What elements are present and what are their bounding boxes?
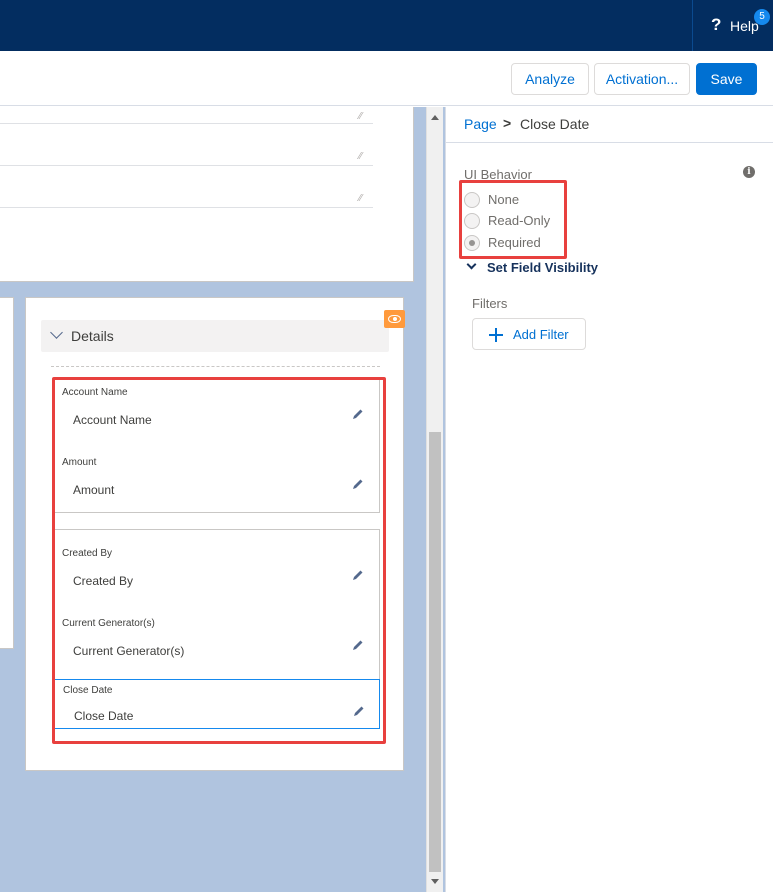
field-value: Created By bbox=[73, 574, 134, 588]
field-label: Current Generator(s) bbox=[62, 618, 155, 629]
column-drop-zone bbox=[51, 366, 380, 367]
add-filter-label: Add Filter bbox=[513, 327, 569, 342]
scroll-down-arrow-icon[interactable] bbox=[431, 879, 439, 884]
activation-button[interactable]: Activation... bbox=[594, 63, 690, 95]
field-label: Created By bbox=[62, 548, 113, 559]
global-header: ? Help 5 bbox=[0, 0, 773, 51]
ui-behavior-label: UI Behavior bbox=[464, 167, 532, 182]
resize-handle-icon[interactable]: ⁄⁄ bbox=[359, 151, 362, 162]
resize-handle-icon[interactable]: ⁄⁄ bbox=[359, 111, 362, 122]
field-close-date[interactable]: Close Date Close Date bbox=[54, 679, 380, 729]
pencil-icon[interactable] bbox=[352, 408, 364, 420]
eye-pupil bbox=[393, 317, 397, 321]
details-section-card[interactable]: Details Account Name Account Name Amount… bbox=[25, 297, 405, 771]
resize-handle-icon[interactable]: ⁄⁄ bbox=[359, 193, 362, 204]
save-button[interactable]: Save bbox=[696, 63, 757, 95]
top-component-card[interactable]: ⁄⁄ ⁄⁄ ⁄⁄ bbox=[0, 107, 414, 282]
properties-panel: Page > Close Date UI Behavior i None Rea… bbox=[445, 107, 773, 892]
help-notification-badge: 5 bbox=[754, 9, 770, 25]
chevron-down-icon bbox=[466, 259, 477, 270]
details-section-title: Details bbox=[71, 328, 114, 344]
field-value: Account Name bbox=[73, 413, 152, 427]
field-account-name[interactable]: Account Name Account Name bbox=[54, 378, 380, 436]
details-section-header[interactable]: Details bbox=[41, 320, 389, 352]
field-current-generators[interactable]: Current Generator(s) Current Generator(s… bbox=[54, 609, 380, 667]
breadcrumb-current: Close Date bbox=[520, 116, 590, 132]
field-value: Amount bbox=[73, 483, 115, 497]
builder-toolbar: Analyze Activation... Save bbox=[0, 51, 773, 106]
analyze-button[interactable]: Analyze bbox=[511, 63, 589, 95]
field-row-divider bbox=[0, 165, 373, 166]
chevron-down-icon bbox=[50, 326, 63, 339]
visibility-eye-icon[interactable] bbox=[384, 310, 405, 328]
set-field-visibility-label: Set Field Visibility bbox=[487, 260, 599, 275]
radio-label: None bbox=[488, 192, 520, 207]
canvas-scrollbar[interactable] bbox=[426, 107, 443, 892]
field-label: Amount bbox=[62, 457, 97, 468]
pencil-icon[interactable] bbox=[352, 478, 364, 490]
field-value: Current Generator(s) bbox=[73, 644, 185, 658]
field-row-divider bbox=[0, 123, 373, 124]
left-column-card[interactable] bbox=[0, 297, 14, 649]
layout-canvas: ⁄⁄ ⁄⁄ ⁄⁄ Details Account Name Account Na… bbox=[0, 107, 445, 892]
field-label: Close Date bbox=[63, 685, 113, 696]
pencil-icon[interactable] bbox=[352, 639, 364, 651]
radio-required[interactable] bbox=[464, 235, 480, 251]
breadcrumb-page-link[interactable]: Page bbox=[464, 116, 497, 132]
field-amount[interactable]: Amount Amount bbox=[54, 448, 380, 506]
scroll-up-arrow-icon[interactable] bbox=[431, 115, 439, 120]
info-icon[interactable]: i bbox=[743, 166, 755, 178]
filters-label: Filters bbox=[472, 296, 508, 311]
field-label: Account Name bbox=[62, 387, 128, 398]
pencil-icon[interactable] bbox=[352, 569, 364, 581]
field-value: Close Date bbox=[74, 709, 134, 723]
help-button[interactable]: ? Help 5 bbox=[692, 0, 773, 51]
field-row-divider bbox=[0, 207, 373, 208]
field-created-by[interactable]: Created By Created By bbox=[54, 539, 380, 597]
scroll-thumb[interactable] bbox=[429, 432, 441, 872]
add-filter-button[interactable]: Add Filter bbox=[472, 318, 586, 350]
breadcrumb-separator: > bbox=[503, 115, 512, 131]
radio-label: Read-Only bbox=[488, 213, 551, 228]
radio-label: Required bbox=[488, 235, 541, 250]
radio-read-only[interactable] bbox=[464, 213, 480, 229]
radio-none[interactable] bbox=[464, 192, 480, 208]
breadcrumb: Page > Close Date bbox=[446, 107, 773, 143]
pencil-icon[interactable] bbox=[353, 705, 365, 717]
help-icon: ? bbox=[711, 15, 722, 34]
plus-icon bbox=[489, 328, 503, 342]
